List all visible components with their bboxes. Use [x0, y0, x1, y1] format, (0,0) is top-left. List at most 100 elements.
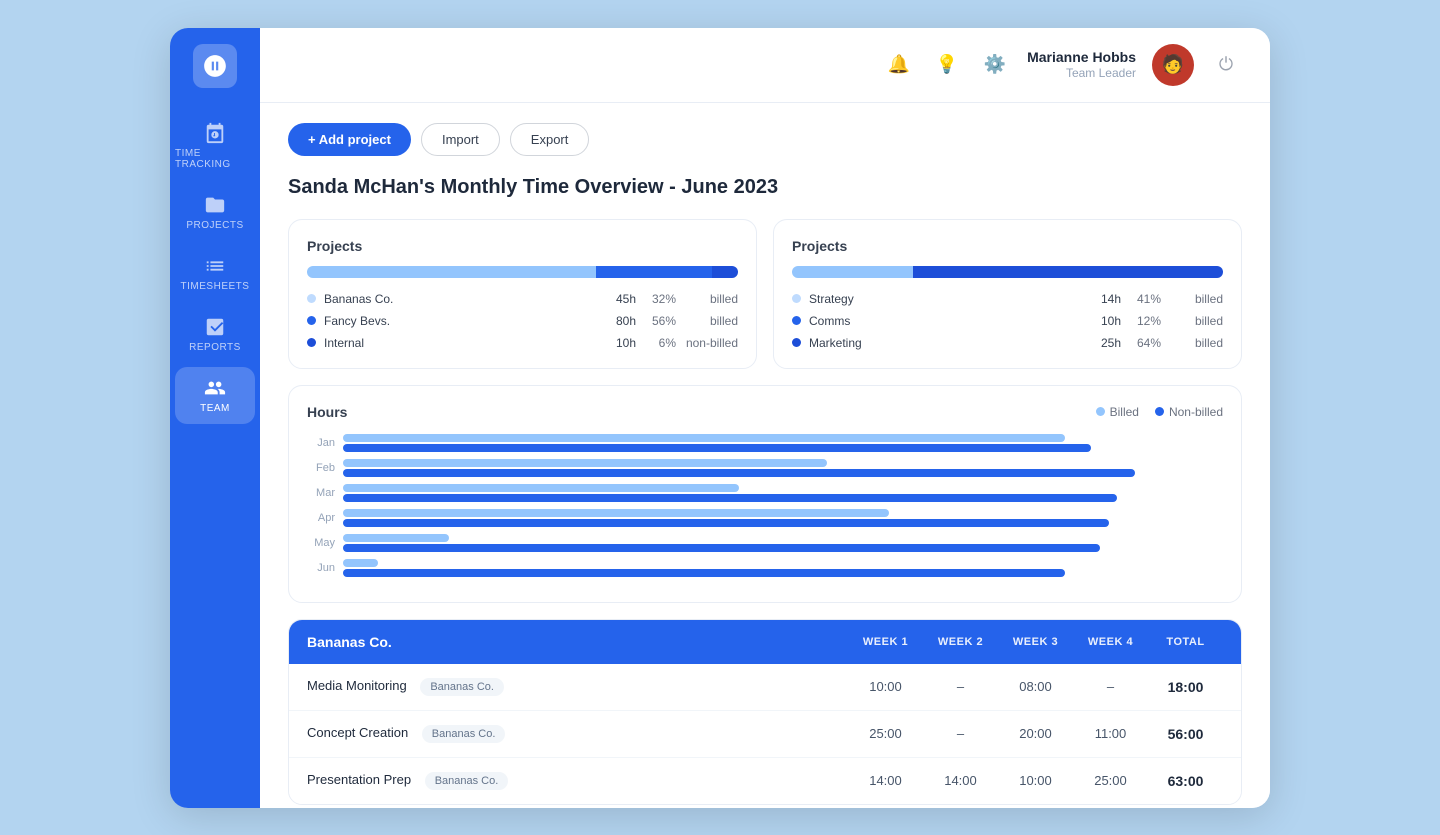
charts-row: Projects Bananas Co. 45h 32% billed [288, 219, 1242, 369]
right-project-list: Strategy 14h 41% billed Comms 10h 12% bi… [792, 292, 1223, 350]
sidebar-item-team[interactable]: TEAM [175, 367, 255, 424]
nonbilled-label: Non-billed [1169, 405, 1223, 419]
project-hours: 14h [1089, 292, 1121, 306]
header: 🔔 💡 ⚙️ Marianne Hobbs Team Leader 🧑 ⏻ [260, 28, 1270, 103]
sidebar-item-timesheets[interactable]: TIMESHEETS [175, 245, 255, 302]
left-chart-bar [307, 266, 738, 278]
left-projects-chart: Projects Bananas Co. 45h 32% billed [288, 219, 757, 369]
month-row-jan: Jan [307, 434, 1223, 452]
project-dot [792, 294, 801, 303]
project-name: Internal [324, 336, 596, 350]
month-label: Mar [307, 487, 335, 499]
month-row-feb: Feb [307, 459, 1223, 477]
project-name: Fancy Bevs. [324, 314, 596, 328]
project-status: non-billed [684, 336, 738, 350]
legend-billed: Billed [1096, 405, 1139, 419]
week1-value: 14:00 [848, 773, 923, 788]
right-chart-bar [792, 266, 1223, 278]
project-pct: 64% [1129, 336, 1161, 350]
month-bars [343, 459, 1223, 477]
billed-dot [1096, 407, 1105, 416]
week3-value: 20:00 [998, 726, 1073, 741]
project-hours: 45h [604, 292, 636, 306]
bar-nonbilled [343, 469, 1135, 477]
power-icon[interactable]: ⏻ [1210, 49, 1242, 81]
page-title: Sanda McHan's Monthly Time Overview - Ju… [288, 176, 1242, 199]
bar-billed [343, 559, 378, 567]
list-item: Comms 10h 12% billed [792, 314, 1223, 328]
week4-value: 25:00 [1073, 773, 1148, 788]
table-total-header: TOTAL [1148, 636, 1223, 648]
import-button[interactable]: Import [421, 123, 500, 156]
sidebar-item-reports[interactable]: REPORTS [175, 306, 255, 363]
user-info: Marianne Hobbs Team Leader [1027, 48, 1136, 82]
task-name: Concept Creation Bananas Co. [307, 725, 848, 743]
bar-seg-1 [307, 266, 596, 278]
add-project-button[interactable]: + Add project [288, 123, 411, 156]
list-item: Strategy 14h 41% billed [792, 292, 1223, 306]
left-chart-title: Projects [307, 238, 738, 254]
bar-seg-3 [712, 266, 738, 278]
project-status: billed [1169, 292, 1223, 306]
list-item: Bananas Co. 45h 32% billed [307, 292, 738, 306]
bar-billed [343, 459, 827, 467]
main-area: 🔔 💡 ⚙️ Marianne Hobbs Team Leader 🧑 ⏻ + … [260, 28, 1270, 808]
task-label: Concept Creation [307, 725, 408, 740]
month-row-mar: Mar [307, 484, 1223, 502]
bar-billed [343, 484, 739, 492]
settings-icon[interactable]: ⚙️ [979, 49, 1011, 81]
month-bars [343, 509, 1223, 527]
project-status: billed [1169, 336, 1223, 350]
project-status: billed [1169, 314, 1223, 328]
project-dot [307, 338, 316, 347]
project-hours: 10h [604, 336, 636, 350]
export-button[interactable]: Export [510, 123, 590, 156]
hours-chart-card: Hours Billed Non-billed Jan [288, 385, 1242, 603]
timesheet-table: Bananas Co. WEEK 1 WEEK 2 WEEK 3 WEEK 4 … [288, 619, 1242, 805]
task-badge: Bananas Co. [425, 772, 509, 790]
bar-seg-r2 [913, 266, 1223, 278]
month-bars [343, 534, 1223, 552]
bar-nonbilled [343, 544, 1100, 552]
list-item: Internal 10h 6% non-billed [307, 336, 738, 350]
list-item: Fancy Bevs. 80h 56% billed [307, 314, 738, 328]
sidebar-item-time-tracking[interactable]: TIME TRACKING [175, 112, 255, 180]
table-week1-header: WEEK 1 [848, 636, 923, 648]
project-dot [307, 316, 316, 325]
bar-billed [343, 534, 449, 542]
task-label: Media Monitoring [307, 678, 407, 693]
sidebar-item-reports-label: REPORTS [189, 342, 241, 353]
project-hours: 80h [604, 314, 636, 328]
help-icon[interactable]: 💡 [931, 49, 963, 81]
table-row: Presentation Prep Bananas Co. 14:00 14:0… [289, 758, 1241, 804]
project-hours: 25h [1089, 336, 1121, 350]
table-project-header: Bananas Co. [307, 634, 848, 650]
notifications-icon[interactable]: 🔔 [883, 49, 915, 81]
sidebar-item-projects[interactable]: PROJECTS [175, 184, 255, 241]
project-dot [792, 338, 801, 347]
sidebar-item-timesheets-label: TIMESHEETS [181, 281, 250, 292]
table-week3-header: WEEK 3 [998, 636, 1073, 648]
week1-value: 10:00 [848, 679, 923, 694]
month-label: Feb [307, 462, 335, 474]
avatar[interactable]: 🧑 [1152, 44, 1194, 86]
task-label: Presentation Prep [307, 772, 411, 787]
table-row: Concept Creation Bananas Co. 25:00 – 20:… [289, 711, 1241, 758]
toolbar: + Add project Import Export [288, 123, 1242, 156]
week3-value: 08:00 [998, 679, 1073, 694]
nonbilled-dot [1155, 407, 1164, 416]
table-week4-header: WEEK 4 [1073, 636, 1148, 648]
week4-value: 11:00 [1073, 726, 1148, 741]
month-bars [343, 484, 1223, 502]
project-pct: 56% [644, 314, 676, 328]
bar-nonbilled [343, 494, 1117, 502]
total-value: 18:00 [1148, 679, 1223, 695]
project-name: Bananas Co. [324, 292, 596, 306]
week2-value: – [923, 726, 998, 741]
total-value: 56:00 [1148, 726, 1223, 742]
sidebar-item-projects-label: PROJECTS [186, 220, 243, 231]
project-pct: 6% [644, 336, 676, 350]
list-item: Marketing 25h 64% billed [792, 336, 1223, 350]
week1-value: 25:00 [848, 726, 923, 741]
task-badge: Bananas Co. [420, 678, 504, 696]
